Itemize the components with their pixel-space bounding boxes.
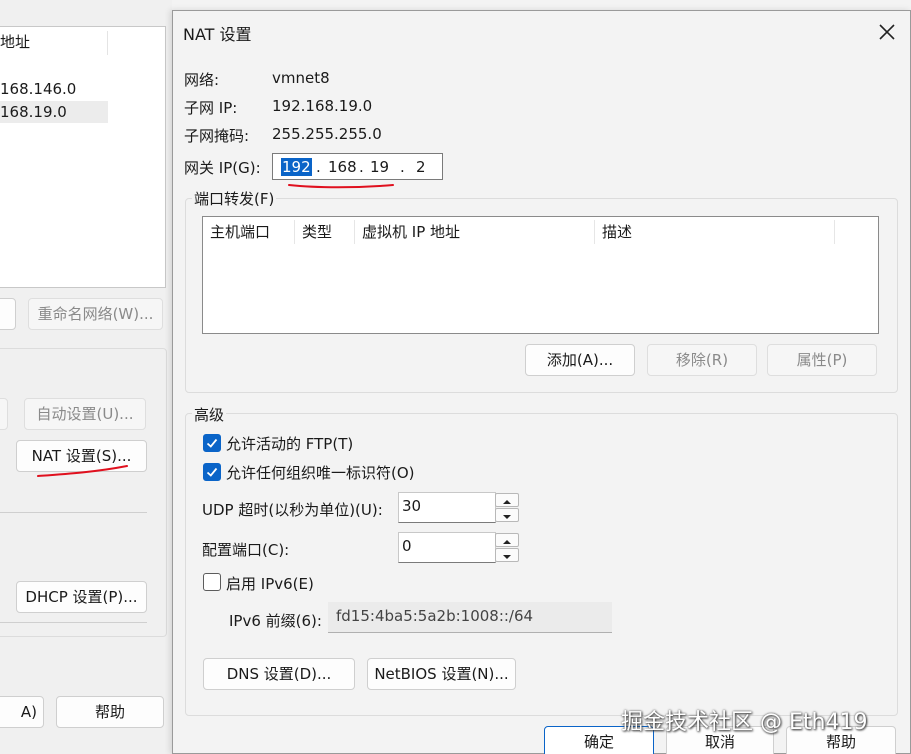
- subnet-mask-value: 255.255.255.0: [272, 125, 382, 143]
- dns-settings-button[interactable]: DNS 设置(D)...: [203, 658, 355, 690]
- column-header-description[interactable]: 描述: [595, 220, 835, 244]
- advanced-legend: 高级: [192, 404, 227, 425]
- udp-timeout-value[interactable]: 30: [402, 497, 421, 515]
- arrow-down-icon: [503, 515, 511, 519]
- subnet-ip-label: 子网 IP:: [184, 99, 238, 117]
- gateway-octet-2[interactable]: 168: [328, 158, 357, 176]
- virtual-network-editor-window: 地址 168.146.0 168.19.0 重命名网络(W)... 自动设置(U…: [0, 0, 172, 754]
- divider: [0, 622, 147, 623]
- netbios-settings-button[interactable]: NetBIOS 设置(N)...: [367, 658, 516, 690]
- column-header-vm-ip[interactable]: 虚拟机 IP 地址: [355, 220, 595, 244]
- udp-timeout-input[interactable]: 30: [398, 492, 496, 523]
- nat-settings-dialog: NAT 设置 网络: vmnet8 子网 IP: 192.168.19.0 子网…: [172, 10, 911, 754]
- close-icon: [879, 24, 895, 40]
- enable-ipv6-label[interactable]: 启用 IPv6(E): [226, 573, 314, 594]
- allow-active-ftp-label[interactable]: 允许活动的 FTP(T): [226, 433, 353, 454]
- spin-down-button[interactable]: [495, 548, 519, 562]
- network-label: 网络:: [184, 71, 220, 89]
- window-top-area: [0, 0, 172, 26]
- ipv6-prefix-field[interactable]: fd15:4ba5:5a2b:1008::/64: [328, 602, 612, 633]
- add-button[interactable]: 添加(A)...: [525, 344, 635, 376]
- rename-network-button[interactable]: 重命名网络(W)...: [28, 298, 163, 330]
- enable-ipv6-checkbox[interactable]: [203, 573, 221, 591]
- network-list[interactable]: 地址 168.146.0 168.19.0: [0, 26, 166, 288]
- ip-dot: .: [400, 158, 405, 176]
- column-header-type[interactable]: 类型: [295, 220, 355, 244]
- spin-down-button[interactable]: [495, 508, 519, 522]
- column-header-host-port[interactable]: 主机端口: [203, 220, 295, 244]
- ipv6-prefix-value[interactable]: fd15:4ba5:5a2b:1008::/64: [336, 607, 533, 625]
- partial-button[interactable]: A): [0, 696, 44, 728]
- config-port-stepper[interactable]: [495, 533, 519, 562]
- gateway-octet-1[interactable]: 192: [281, 158, 312, 176]
- help-button[interactable]: 帮助: [56, 696, 164, 728]
- ip-dot: .: [359, 158, 364, 176]
- spin-up-button[interactable]: [495, 493, 519, 507]
- watermark: 掘金技术社区 @ Eth419: [621, 710, 868, 735]
- config-port-label: 配置端口(C):: [202, 541, 290, 559]
- checkmark-icon: [206, 438, 218, 448]
- checkmark-icon: [206, 467, 218, 477]
- partial-button[interactable]: [0, 298, 16, 330]
- spin-up-button[interactable]: [495, 533, 519, 547]
- annotation-underline: [37, 465, 128, 477]
- divider: [0, 512, 147, 513]
- ip-dot: .: [316, 158, 321, 176]
- close-button[interactable]: [869, 17, 905, 47]
- allow-active-ftp-checkbox[interactable]: [203, 434, 221, 452]
- remove-button[interactable]: 移除(R): [647, 344, 757, 376]
- dhcp-settings-button[interactable]: DHCP 设置(P)...: [16, 581, 147, 613]
- subnet-ip-value: 192.168.19.0: [272, 97, 373, 115]
- ipv6-prefix-label: IPv6 前缀(6):: [229, 612, 322, 630]
- auto-settings-button[interactable]: 自动设置(U)...: [24, 398, 146, 430]
- annotation-underline: [288, 184, 394, 189]
- list-item[interactable]: 168.146.0: [0, 78, 108, 100]
- gateway-ip-label: 网关 IP(G):: [184, 159, 261, 177]
- subnet-mask-label: 子网掩码:: [184, 127, 250, 145]
- gateway-octet-3[interactable]: 19: [370, 158, 389, 176]
- udp-timeout-label: UDP 超时(以秒为单位)(U):: [202, 501, 383, 519]
- arrow-up-icon: [503, 540, 511, 544]
- allow-any-oui-checkbox[interactable]: [203, 463, 221, 481]
- gateway-octet-4[interactable]: 2: [416, 158, 426, 176]
- list-item-selected[interactable]: 168.19.0: [0, 101, 108, 123]
- dialog-title: NAT 设置: [183, 25, 252, 44]
- port-forwarding-table[interactable]: 主机端口 类型 虚拟机 IP 地址 描述: [202, 216, 879, 334]
- config-port-input[interactable]: 0: [398, 532, 496, 563]
- arrow-down-icon: [503, 555, 511, 559]
- gateway-ip-input[interactable]: 192 . 168 . 19 . 2: [272, 153, 443, 180]
- arrow-up-icon: [503, 500, 511, 504]
- allow-any-oui-label[interactable]: 允许任何组织唯一标识符(O): [226, 462, 415, 483]
- partial-button[interactable]: [0, 398, 8, 430]
- udp-timeout-stepper[interactable]: [495, 493, 519, 522]
- config-port-value[interactable]: 0: [402, 537, 412, 555]
- list-header-address[interactable]: 地址: [0, 31, 108, 55]
- properties-button[interactable]: 属性(P): [767, 344, 877, 376]
- network-value: vmnet8: [272, 69, 330, 87]
- port-forwarding-legend: 端口转发(F): [192, 188, 277, 209]
